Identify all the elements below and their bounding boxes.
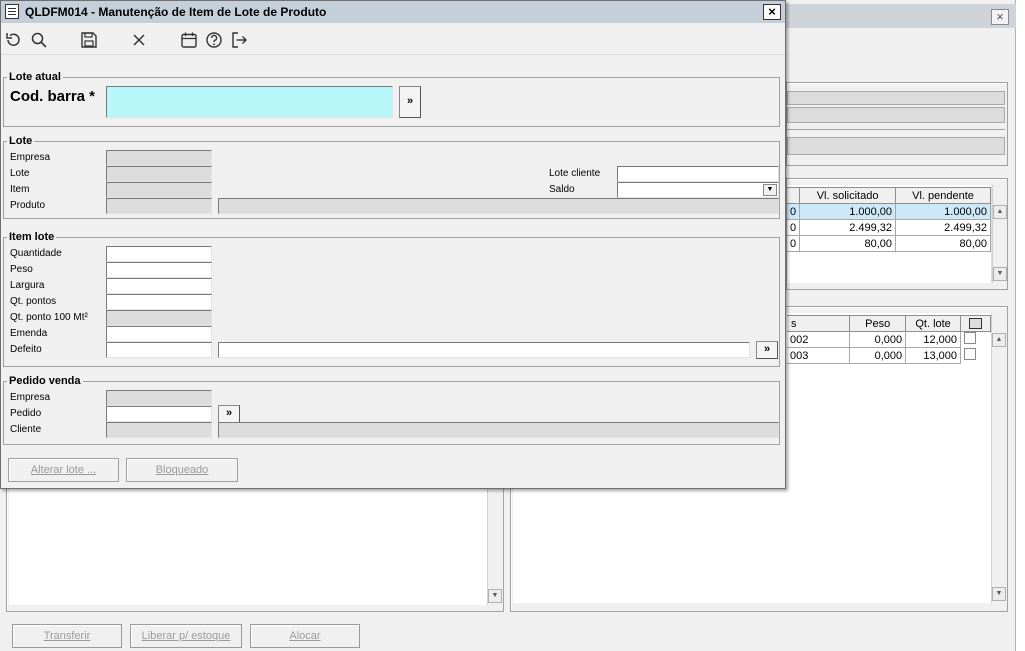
defeito-code-input[interactable] bbox=[106, 342, 212, 358]
lote-item-label: Item bbox=[10, 184, 30, 195]
pedido-input[interactable] bbox=[106, 406, 212, 422]
cod-barra-input[interactable] bbox=[106, 86, 393, 118]
pv-empresa-label: Empresa bbox=[10, 392, 51, 403]
lote-item-field bbox=[106, 182, 212, 198]
pv-empresa-field bbox=[106, 390, 212, 406]
qt-ponto-100-label: Qt. ponto 100 Mt² bbox=[10, 312, 88, 323]
calendar-icon[interactable] bbox=[180, 31, 198, 49]
undo-icon[interactable] bbox=[4, 31, 22, 49]
cancel-x-icon[interactable] bbox=[130, 31, 148, 49]
lote-produto-label: Produto bbox=[10, 200, 46, 211]
quantidade-label: Quantidade bbox=[10, 248, 62, 259]
pedido-venda-legend: Pedido venda bbox=[7, 375, 83, 387]
item-lote-group: Item lote Quantidade Peso Largura Qt. po… bbox=[3, 231, 780, 367]
lote-atual-legend: Lote atual bbox=[7, 71, 63, 83]
alocar-button[interactable]: Alocar bbox=[250, 624, 360, 648]
peso-label: Peso bbox=[10, 264, 33, 275]
table-row[interactable]: 0 80,00 80,00 bbox=[787, 235, 991, 252]
help-icon[interactable] bbox=[205, 31, 223, 49]
cliente-desc-field bbox=[218, 422, 779, 438]
save-icon[interactable] bbox=[80, 31, 98, 49]
qt-pontos-input[interactable] bbox=[106, 294, 212, 310]
emenda-input[interactable] bbox=[106, 326, 212, 342]
pedido-label: Pedido bbox=[10, 408, 42, 419]
largura-label: Largura bbox=[10, 280, 45, 291]
background-info-group bbox=[786, 82, 1008, 166]
transferir-button[interactable]: Transferir bbox=[12, 624, 122, 648]
table-row[interactable]: 0 2.499,32 2.499,32 bbox=[787, 219, 991, 236]
lote-atual-group: Lote atual Cod. barra * » bbox=[3, 71, 780, 127]
dialog-title: QLDFM014 - Manutenção de Item de Lote de… bbox=[25, 5, 327, 19]
lote-produto-code-field bbox=[106, 198, 212, 214]
item-lote-legend: Item lote bbox=[7, 231, 57, 243]
pedido-lookup-button[interactable]: » bbox=[218, 405, 240, 423]
background-field bbox=[787, 137, 1005, 155]
select-all-checkbox-icon[interactable] bbox=[969, 318, 983, 330]
lote-cliente-input[interactable] bbox=[617, 166, 779, 182]
values-grid-scrollbar[interactable]: ▲ ▼ bbox=[992, 185, 1007, 283]
emenda-label: Emenda bbox=[10, 328, 48, 339]
col-s[interactable]: s bbox=[787, 315, 851, 332]
row-checkbox[interactable] bbox=[964, 348, 977, 360]
chevron-down-icon[interactable]: ▼ bbox=[763, 184, 777, 196]
qt-pontos-label: Qt. pontos bbox=[10, 296, 57, 307]
cliente-label: Cliente bbox=[10, 424, 42, 435]
scroll-down-icon[interactable]: ▼ bbox=[992, 587, 1006, 601]
lote-empresa-label: Empresa bbox=[10, 152, 51, 163]
cod-barra-label: Cod. barra * bbox=[10, 88, 96, 105]
bloqueado-button[interactable]: Bloqueado bbox=[126, 458, 238, 482]
background-list bbox=[9, 487, 487, 605]
row-checkbox[interactable] bbox=[964, 332, 977, 345]
lote-lote-field bbox=[106, 166, 212, 182]
exit-icon[interactable] bbox=[230, 31, 248, 49]
col-peso[interactable]: Peso bbox=[849, 315, 907, 332]
lote-lote-label: Lote bbox=[10, 168, 30, 179]
alterar-lote-button[interactable]: Alterar lote ... bbox=[8, 458, 119, 482]
background-close-icon[interactable]: × bbox=[991, 9, 1009, 25]
background-values-group: Vl. solicitado Vl. pendente 0 1.000,00 1… bbox=[786, 178, 1008, 290]
saldo-label: Saldo bbox=[549, 184, 575, 195]
background-field bbox=[787, 107, 1005, 123]
table-row[interactable]: 002 0,000 12,000 bbox=[787, 331, 991, 348]
background-title-bar bbox=[786, 4, 1016, 28]
lote-group: Lote Empresa Lote Item Produto Lote clie… bbox=[3, 135, 780, 219]
pedido-venda-group: Pedido venda Empresa Pedido Cliente » bbox=[3, 375, 780, 445]
table-row[interactable]: 0 1.000,00 1.000,00 bbox=[787, 203, 991, 220]
qt-ponto-100-field bbox=[106, 310, 212, 326]
lote-empresa-field bbox=[106, 150, 212, 166]
peso-input[interactable] bbox=[106, 262, 212, 278]
col-vl-solicitado[interactable]: Vl. solicitado bbox=[799, 187, 897, 204]
scroll-down-icon[interactable]: ▼ bbox=[488, 589, 502, 603]
scroll-up-icon[interactable]: ▲ bbox=[993, 205, 1007, 219]
lote-produto-desc-field bbox=[218, 198, 779, 214]
cliente-code-field bbox=[106, 422, 212, 438]
dialog-title-bar[interactable]: QLDFM014 - Manutenção de Item de Lote de… bbox=[1, 1, 785, 23]
values-grid: Vl. solicitado Vl. pendente 0 1.000,00 1… bbox=[787, 185, 992, 283]
col-check[interactable] bbox=[960, 315, 991, 332]
dialog-close-icon[interactable]: × bbox=[763, 4, 781, 20]
col-vl-pendente[interactable]: Vl. pendente bbox=[895, 187, 991, 204]
app-document-icon bbox=[5, 4, 19, 19]
largura-input[interactable] bbox=[106, 278, 212, 294]
cod-barra-lookup-button[interactable]: » bbox=[399, 86, 421, 118]
defeito-label: Defeito bbox=[10, 344, 42, 355]
defeito-desc-input[interactable] bbox=[218, 342, 750, 358]
liberar-estoque-button[interactable]: Liberar p/ estoque bbox=[130, 624, 242, 648]
scroll-down-icon[interactable]: ▼ bbox=[993, 267, 1007, 281]
background-field bbox=[787, 91, 1005, 105]
toolbar bbox=[1, 23, 785, 55]
saldo-select[interactable]: ▼ bbox=[617, 182, 779, 198]
defeito-lookup-button[interactable]: » bbox=[756, 341, 778, 359]
col-qt-lote[interactable]: Qt. lote bbox=[905, 315, 962, 332]
lots-grid-scrollbar[interactable]: ▲ ▼ bbox=[991, 313, 1006, 603]
search-icon[interactable] bbox=[30, 31, 48, 49]
lote-legend: Lote bbox=[7, 135, 35, 147]
lot-item-dialog: QLDFM014 - Manutenção de Item de Lote de… bbox=[0, 0, 786, 489]
background-list-scrollbar[interactable]: ▼ bbox=[487, 487, 502, 605]
table-row[interactable]: 003 0,000 13,000 bbox=[787, 347, 991, 364]
lote-cliente-label: Lote cliente bbox=[549, 168, 601, 179]
background-left-panel: ▼ bbox=[6, 486, 504, 612]
scroll-up-icon[interactable]: ▲ bbox=[992, 333, 1006, 347]
quantidade-input[interactable] bbox=[106, 246, 212, 262]
